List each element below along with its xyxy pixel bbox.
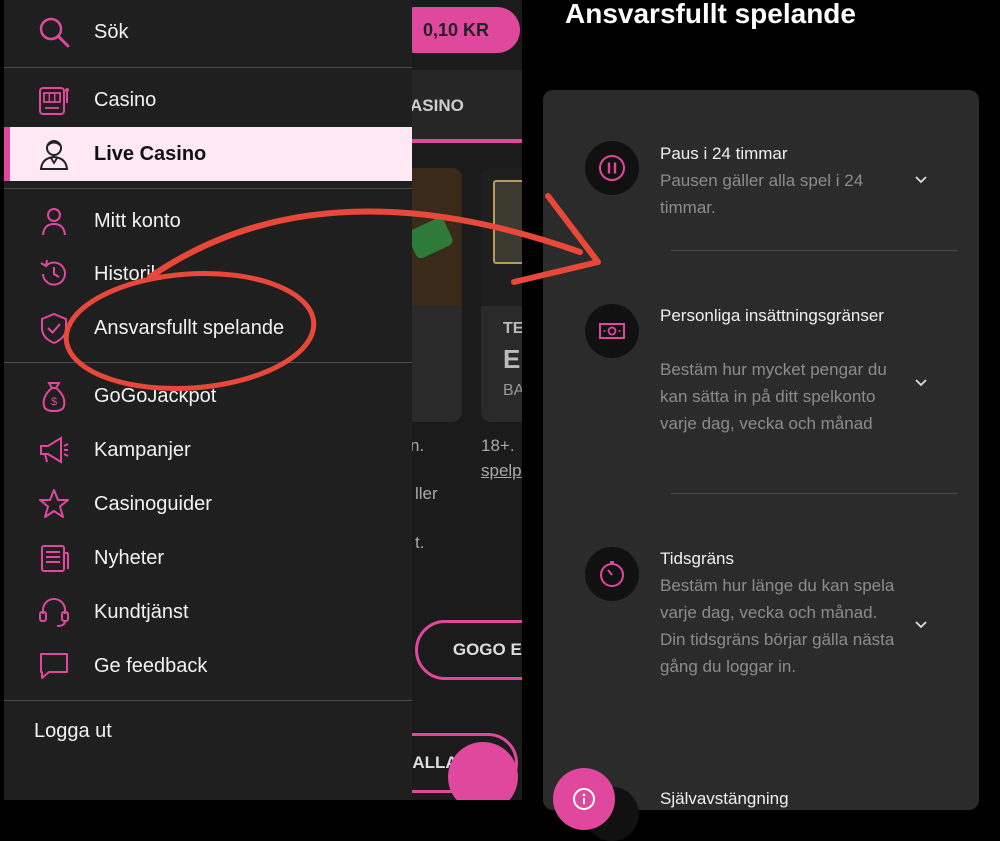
annotation-overlay [63,193,601,392]
highlight-circle [63,270,317,392]
arrowhead [511,193,601,285]
annotation-arrow [147,208,583,280]
